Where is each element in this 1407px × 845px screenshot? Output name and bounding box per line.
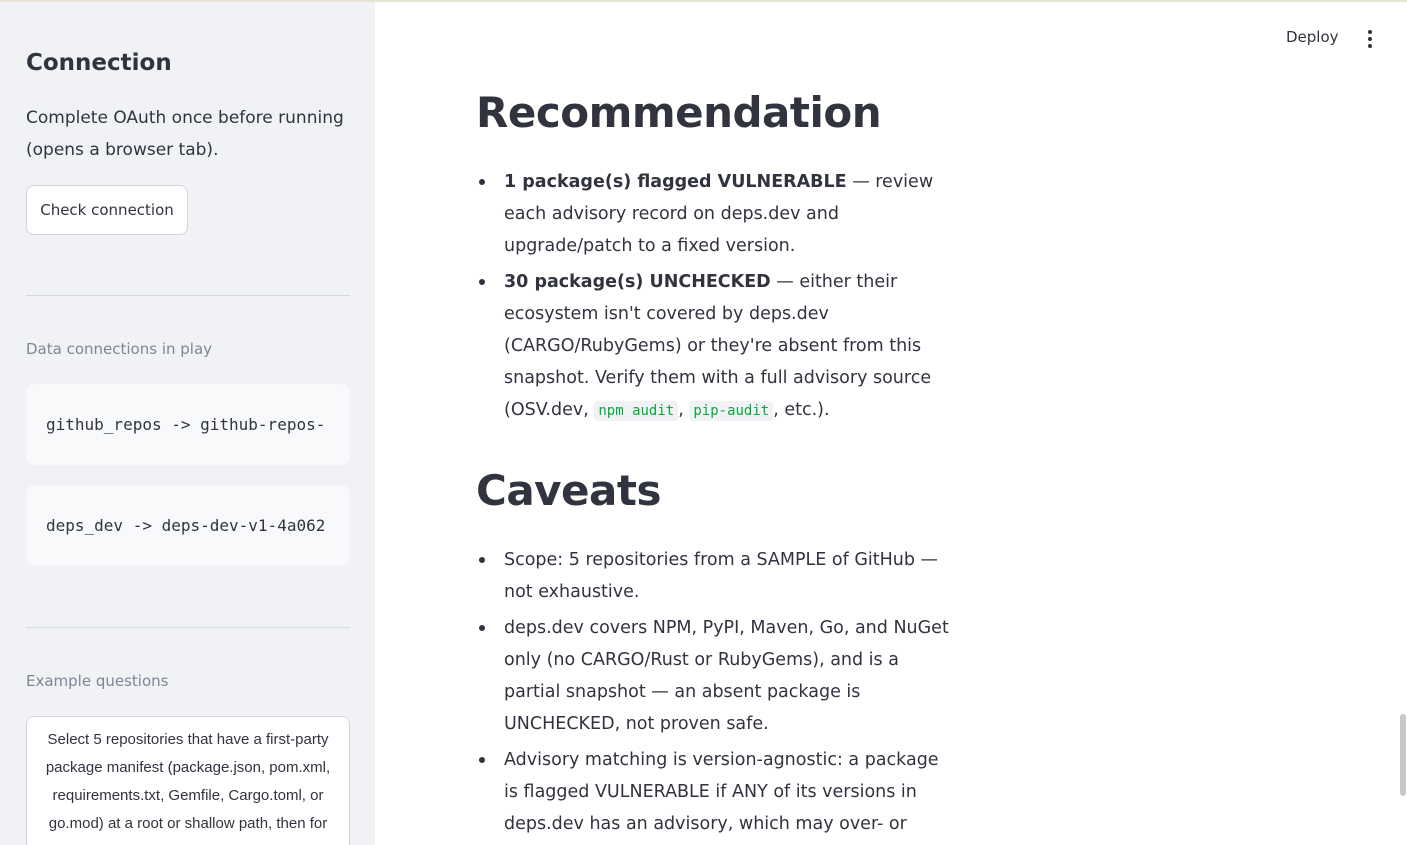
connection-code-text: deps_dev -> deps-dev-v1-4a062 [46, 516, 326, 535]
list-item: 1 package(s) flagged VULNERABLE — review… [476, 166, 956, 262]
sidebar-heading: Connection [26, 50, 172, 76]
data-connections-caption: Data connections in play [26, 340, 213, 358]
main-content: Recommendation 1 package(s) flagged VULN… [476, 0, 956, 845]
list-item-text: — either their ecosystem isn't covered b… [504, 272, 932, 420]
example-question-button[interactable]: Select 5 repositories that have a first-… [26, 716, 350, 845]
inline-code-npm-audit: npm audit [594, 401, 679, 421]
kebab-dot [1368, 30, 1372, 34]
list-item-bold: 30 package(s) UNCHECKED [504, 272, 771, 292]
app-window: Connection Complete OAuth once before ru… [0, 0, 1407, 845]
inline-code-pip-audit: pip-audit [689, 401, 774, 421]
list-item: 30 package(s) UNCHECKED — either their e… [476, 266, 956, 427]
check-connection-button[interactable]: Check connection [26, 185, 188, 235]
list-item: Scope: 5 repositories from a SAMPLE of G… [476, 544, 956, 608]
main-scrollbar-thumb[interactable] [1400, 714, 1406, 796]
recommendation-heading: Recommendation [476, 88, 882, 137]
list-item: deps.dev covers NPM, PyPI, Maven, Go, an… [476, 612, 956, 740]
recommendation-list: 1 package(s) flagged VULNERABLE — review… [476, 166, 956, 431]
list-item-separator: , [678, 400, 690, 420]
list-item: Advisory matching is version-agnostic: a… [476, 744, 956, 845]
top-accent-line [0, 0, 1407, 2]
sidebar-divider [26, 627, 350, 628]
example-questions-caption: Example questions [26, 672, 169, 690]
kebab-menu-icon[interactable] [1364, 30, 1376, 48]
caveats-list: Scope: 5 repositories from a SAMPLE of G… [476, 544, 956, 845]
deploy-button[interactable]: Deploy [1286, 28, 1339, 46]
connection-code-block[interactable]: github_repos -> github-repos- [26, 384, 350, 465]
sidebar-description: Complete OAuth once before running (open… [26, 108, 344, 160]
kebab-dot [1368, 37, 1372, 41]
sidebar: Connection Complete OAuth once before ru… [0, 0, 375, 845]
sidebar-divider [26, 295, 350, 296]
connection-code-block[interactable]: deps_dev -> deps-dev-v1-4a062 [26, 485, 350, 566]
kebab-dot [1368, 44, 1372, 48]
list-item-text: , etc.). [773, 400, 830, 420]
connection-code-text: github_repos -> github-repos- [46, 415, 326, 434]
list-item-bold: 1 package(s) flagged VULNERABLE [504, 172, 847, 192]
caveats-heading: Caveats [476, 466, 661, 515]
